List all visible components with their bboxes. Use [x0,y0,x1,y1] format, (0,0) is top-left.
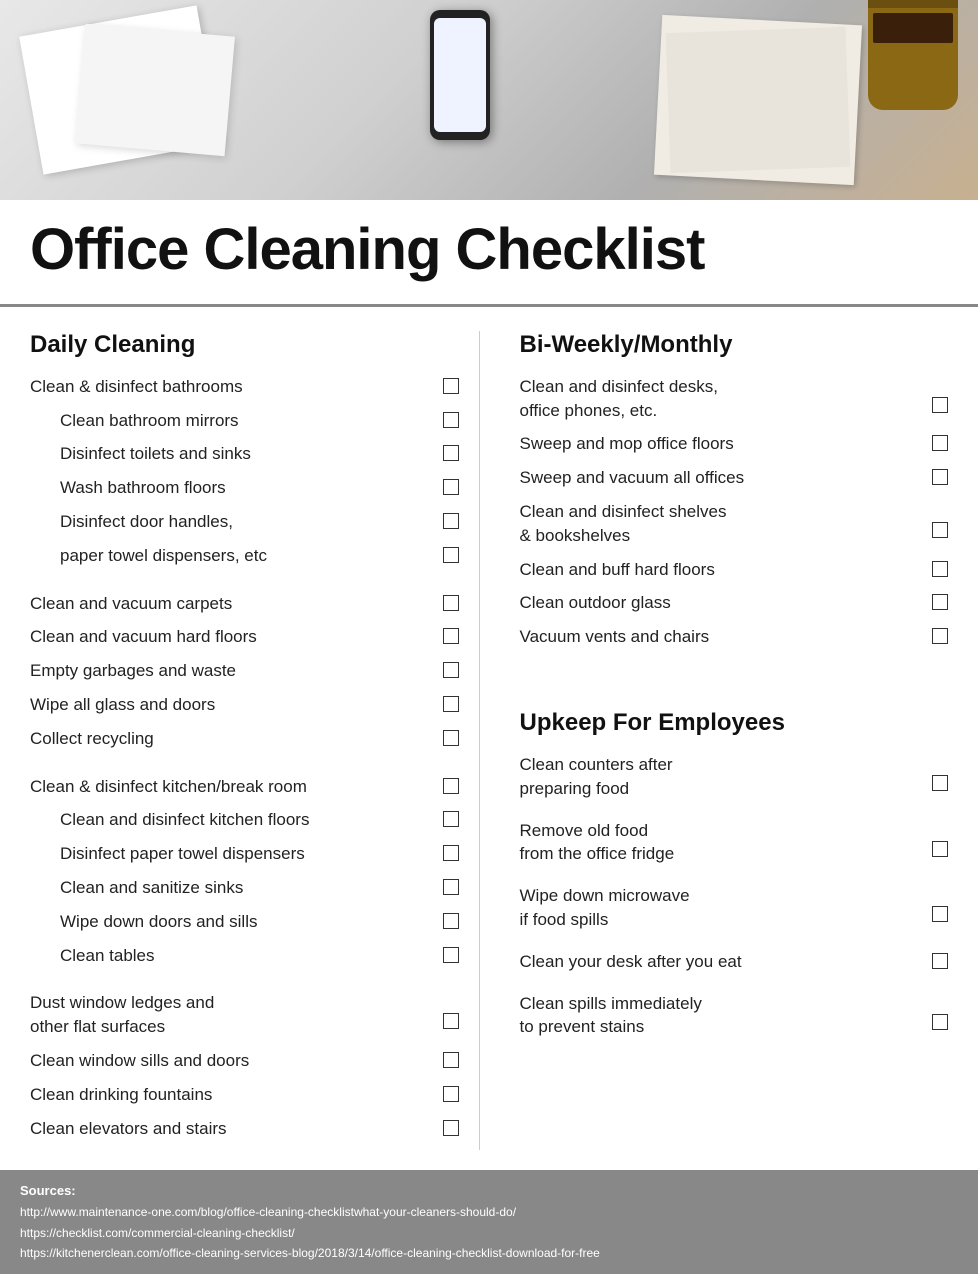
checkbox[interactable] [443,628,459,644]
checkbox[interactable] [443,811,459,827]
list-item: Vacuum vents and chairs [520,625,949,649]
checkbox[interactable] [443,1013,459,1029]
kitchen-subitems: Clean and disinfect kitchen floors Disin… [30,808,459,967]
footer: Sources: http://www.maintenance-one.com/… [0,1170,978,1273]
list-item: Clean and vacuum carpets [30,592,459,616]
list-item: Clean spills immediatelyto prevent stain… [520,992,949,1040]
list-item: Dust window ledges andother flat surface… [30,991,459,1039]
title-bar: Office Cleaning Checklist [0,200,978,307]
list-item: Clean & disinfect kitchen/break room [30,775,459,799]
list-item: Sweep and vacuum all offices [520,466,949,490]
checkbox[interactable] [443,778,459,794]
list-item: Clean and sanitize sinks [60,876,459,900]
bathroom-subitems: Clean bathroom mirrors Disinfect toilets… [30,409,459,568]
list-item: Empty garbages and waste [30,659,459,683]
list-item: Clean elevators and stairs [30,1117,459,1141]
list-item: Remove old foodfrom the office fridge [520,819,949,867]
list-item: Wipe down doors and sills [60,910,459,934]
list-item: Clean tables [60,944,459,968]
checkbox[interactable] [932,628,948,644]
list-item: Clean and disinfect kitchen floors [60,808,459,832]
checkbox[interactable] [443,879,459,895]
list-item: Clean drinking fountains [30,1083,459,1107]
list-item: Disinfect toilets and sinks [60,442,459,466]
checkbox[interactable] [932,397,948,413]
list-item: Clean window sills and doors [30,1049,459,1073]
checkbox[interactable] [932,841,948,857]
checkbox[interactable] [443,412,459,428]
checkbox[interactable] [932,469,948,485]
checkbox[interactable] [932,522,948,538]
list-item: Clean bathroom mirrors [60,409,459,433]
checkbox[interactable] [443,595,459,611]
list-item: Clean and disinfect desks,office phones,… [520,375,949,423]
daily-cleaning-heading: Daily Cleaning [30,331,459,359]
checkbox[interactable] [443,947,459,963]
checkbox[interactable] [443,913,459,929]
main-content: Daily Cleaning Clean & disinfect bathroo… [0,307,978,1171]
list-item: Disinfect door handles, [60,510,459,534]
checkbox[interactable] [932,906,948,922]
page-title: Office Cleaning Checklist [30,218,948,282]
checkbox[interactable] [443,1086,459,1102]
list-item: Wipe all glass and doors [30,693,459,717]
list-item: Disinfect paper towel dispensers [60,842,459,866]
checkbox[interactable] [932,594,948,610]
checkbox[interactable] [932,435,948,451]
checkbox[interactable] [443,696,459,712]
checkbox[interactable] [443,378,459,394]
list-item: Wipe down microwaveif food spills [520,884,949,932]
checkbox[interactable] [932,953,948,969]
list-item: Wash bathroom floors [60,476,459,500]
source-link-2: https://checklist.com/commercial-cleanin… [20,1223,958,1243]
checkbox[interactable] [932,561,948,577]
list-item: Clean counters afterpreparing food [520,753,949,801]
list-item: Clean and vacuum hard floors [30,625,459,649]
checkbox[interactable] [932,775,948,791]
list-item: Clean and buff hard floors [520,558,949,582]
checkbox[interactable] [443,1052,459,1068]
list-item: Clean your desk after you eat [520,950,949,974]
checkbox[interactable] [443,662,459,678]
list-item: Clean and disinfect shelves& bookshelves [520,500,949,548]
checkbox[interactable] [932,1014,948,1030]
sources-label: Sources: [20,1180,958,1202]
checkbox[interactable] [443,547,459,563]
checkbox[interactable] [443,1120,459,1136]
checkbox[interactable] [443,513,459,529]
list-item: paper towel dispensers, etc [60,544,459,568]
checkbox[interactable] [443,845,459,861]
upkeep-heading: Upkeep For Employees [520,709,949,737]
checkbox[interactable] [443,445,459,461]
checkbox[interactable] [443,730,459,746]
source-link-3: https://kitchenerclean.com/office-cleani… [20,1243,958,1263]
checkbox[interactable] [443,479,459,495]
list-item: Clean & disinfect bathrooms [30,375,459,399]
hero-image [0,0,978,200]
list-item: Collect recycling [30,727,459,751]
list-item: Sweep and mop office floors [520,432,949,456]
source-link-1: http://www.maintenance-one.com/blog/offi… [20,1202,958,1222]
right-column: Bi-Weekly/Monthly Clean and disinfect de… [510,331,949,1151]
left-column: Daily Cleaning Clean & disinfect bathroo… [30,331,480,1151]
biweekly-heading: Bi-Weekly/Monthly [520,331,949,359]
list-item: Clean outdoor glass [520,591,949,615]
